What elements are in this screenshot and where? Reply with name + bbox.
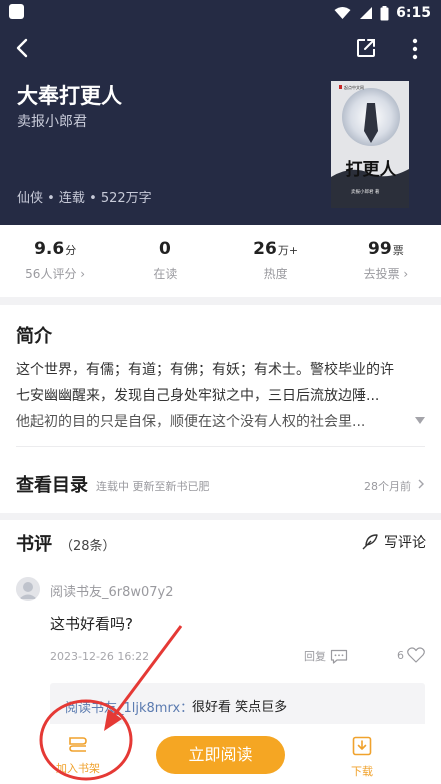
intro-line: 他起初的目的只是自保，顺便在这个没有人权的社会里... [16, 414, 366, 430]
stat-popularity-unit: 万+ [277, 244, 299, 257]
expand-caret-icon[interactable] [415, 417, 425, 425]
notification-icon [9, 4, 24, 19]
share-button[interactable] [355, 37, 377, 59]
intro-section: 简介 这个世界，有儒；有道；有佛；有妖；有术士。警校毕业的许 七安幽幽醒来，发现… [0, 305, 441, 513]
like-count: 6 [397, 648, 404, 662]
add-to-shelf-label: 加入书架 [56, 762, 100, 775]
reviews-count: （28条） [60, 539, 116, 554]
stat-rating[interactable]: 9.6分 56人评分 › [0, 225, 110, 297]
catalog-status: 连载中 更新至新书已肥 [96, 480, 210, 493]
add-to-shelf-button[interactable]: 加入书架 [48, 736, 108, 780]
back-button[interactable] [12, 36, 34, 60]
book-cover: 起点中文网 打更人 卖报小郎君 著 [331, 81, 409, 208]
more-menu-button[interactable] [405, 37, 425, 61]
review-date: 2023-12-26 16:22 [50, 650, 150, 663]
cover-illustration: 起点中文网 打更人 卖报小郎君 著 [331, 81, 409, 208]
wifi-icon [334, 7, 351, 19]
book-header: 6:15 大奉打更人 卖报小郎君 仙侠 • 连载 • 522万字 起点中文网 打… [0, 0, 441, 225]
read-now-button[interactable]: 立即阅读 [156, 736, 285, 774]
stat-reading: 0 在读 [110, 225, 220, 297]
stat-popularity-value: 26 [253, 239, 277, 259]
write-review-label: 写评论 [384, 535, 426, 551]
status-time: 6:15 [396, 5, 431, 21]
status-indicators: 6:15 [334, 3, 431, 23]
stat-votes-value: 99 [368, 239, 392, 259]
reviews-title: 书评 [16, 534, 52, 555]
download-icon [352, 736, 372, 756]
reply-button[interactable]: 回复 [304, 648, 348, 664]
back-arrow-icon [16, 38, 28, 58]
book-stats: 9.6分 56人评分 › 0 在读 26万+ 热度 99票 去投票 › [0, 225, 441, 297]
like-button[interactable]: 6 [397, 647, 425, 663]
more-vertical-icon [412, 38, 418, 60]
heart-icon [407, 647, 425, 663]
cover-brand: 起点中文网 [344, 84, 364, 90]
stat-reading-label: 在读 [153, 267, 178, 281]
intro-title: 简介 [16, 326, 52, 347]
feather-pen-icon [362, 534, 378, 550]
signal-icon [360, 7, 373, 19]
write-review-button[interactable]: 写评论 [361, 532, 426, 552]
review-text[interactable]: 这书好看吗? [50, 613, 133, 634]
status-bar: 6:15 [0, 0, 441, 26]
cover-author: 卖报小郎君 著 [351, 188, 380, 195]
stat-votes-unit: 票 [392, 244, 404, 257]
user-avatar-icon [16, 577, 40, 601]
reply-text: 很好看 笑点巨多 [192, 700, 288, 715]
bottom-action-bar: 加入书架 立即阅读 下载 [0, 724, 441, 784]
book-title: 大奉打更人 [17, 84, 122, 108]
book-author[interactable]: 卖报小郎君 [17, 111, 87, 131]
intro-line: 七安幽幽醒来，发现自己身处牢狱之中，三日后流放边陲... [16, 388, 380, 404]
cover-title: 打更人 [346, 159, 398, 180]
stat-popularity: 26万+ 热度 [221, 225, 331, 297]
stat-votes[interactable]: 99票 去投票 › [331, 225, 441, 297]
comment-icon [330, 649, 348, 664]
stat-popularity-label: 热度 [263, 267, 288, 281]
intro-text[interactable]: 这个世界，有儒；有道；有佛；有妖；有术士。警校毕业的许 七安幽幽醒来，发现自己身… [16, 357, 416, 435]
bookshelf-icon [69, 737, 87, 752]
catalog-updated: 28个月前 [364, 480, 411, 493]
catalog-row[interactable]: 查看目录 连载中 更新至新书已肥 28个月前 [0, 447, 441, 513]
reply-preview[interactable]: 阅读书友_1ljk8mrx： 很好看 笑点巨多 [50, 683, 425, 727]
stat-rating-unit: 分 [65, 244, 77, 257]
battery-icon [380, 5, 389, 20]
book-meta: 仙侠 • 连载 • 522万字 [17, 191, 152, 206]
chevron-right-icon [418, 479, 424, 489]
stat-votes-label: 去投票 › [363, 267, 409, 281]
avatar[interactable] [16, 577, 40, 601]
reviewer-name[interactable]: 阅读书友_6r8w07y2 [50, 581, 174, 600]
reply-user[interactable]: 阅读书友_1ljk8mrx： [65, 697, 193, 716]
stat-rating-label: 56人评分 › [25, 267, 86, 281]
download-button[interactable]: 下载 [340, 736, 384, 780]
reply-label: 回复 [304, 650, 326, 663]
stat-reading-value: 0 [158, 239, 171, 259]
download-label: 下载 [351, 765, 373, 778]
stat-rating-value: 9.6 [34, 239, 65, 259]
intro-line: 这个世界，有儒；有道；有佛；有妖；有术士。警校毕业的许 [16, 362, 394, 378]
share-icon [357, 39, 375, 57]
catalog-title: 查看目录 [16, 475, 88, 496]
